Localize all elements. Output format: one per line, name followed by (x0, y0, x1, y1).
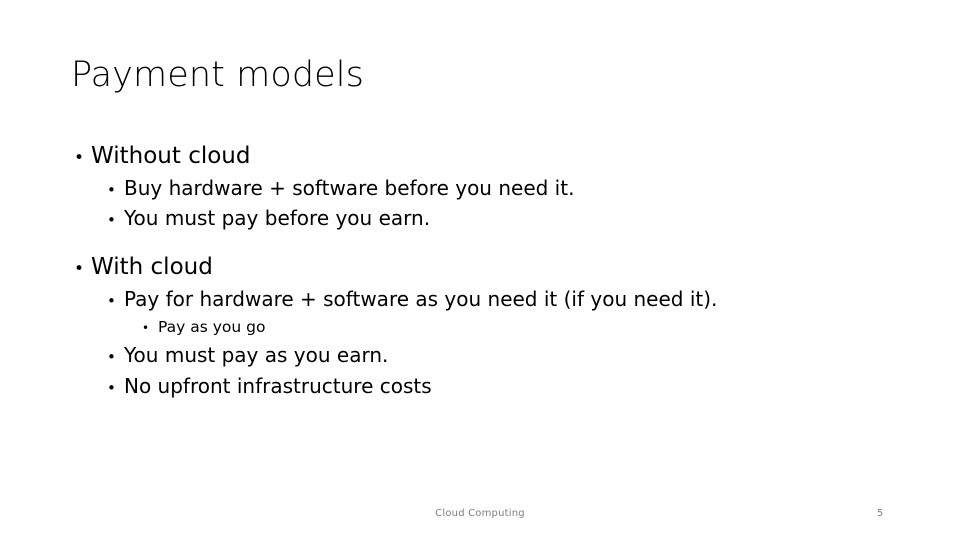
list-item-label: Pay for hardware + software as you need … (124, 286, 718, 311)
list-item: • You must pay before you earn. (62, 203, 912, 234)
list-item-label: Without cloud (91, 143, 251, 169)
bullet-marker: • (107, 180, 116, 199)
bullet-marker: • (74, 259, 85, 280)
page-title: Payment models (71, 55, 364, 95)
list-item: • With cloud (62, 251, 912, 284)
list-item-label: You must pay as you earn. (124, 342, 389, 367)
list-item: • Without cloud (62, 140, 912, 173)
bullet-marker: • (142, 320, 150, 335)
list-item-label: You must pay before you earn. (124, 206, 431, 231)
slide-number: 5 (876, 508, 884, 519)
bullet-marker: • (74, 148, 85, 168)
bullet-marker: • (107, 347, 116, 366)
list-item: • Pay for hardware + software as you nee… (62, 284, 912, 315)
slide-footer: Cloud Computing (435, 508, 525, 519)
list-item: • You must pay as you earn. (62, 340, 912, 371)
list-item-label: With cloud (91, 254, 213, 281)
list-item: • No upfront infrastructure costs (62, 371, 912, 402)
list-item: • Buy hardware + software before you nee… (62, 173, 912, 204)
list-item-label: Pay as you go (158, 317, 266, 336)
bullet-marker: • (107, 291, 116, 310)
slide-body: • Without cloud • Buy hardware + softwar… (62, 140, 912, 401)
slide: Payment models • Without cloud • Buy har… (0, 0, 960, 540)
list-item-label: Buy hardware + software before you need … (124, 175, 575, 200)
bullet-marker: • (107, 211, 116, 230)
list-item-label: No upfront infrastructure costs (124, 373, 432, 398)
bullet-marker: • (107, 378, 116, 397)
list-item: • Pay as you go (62, 315, 912, 340)
